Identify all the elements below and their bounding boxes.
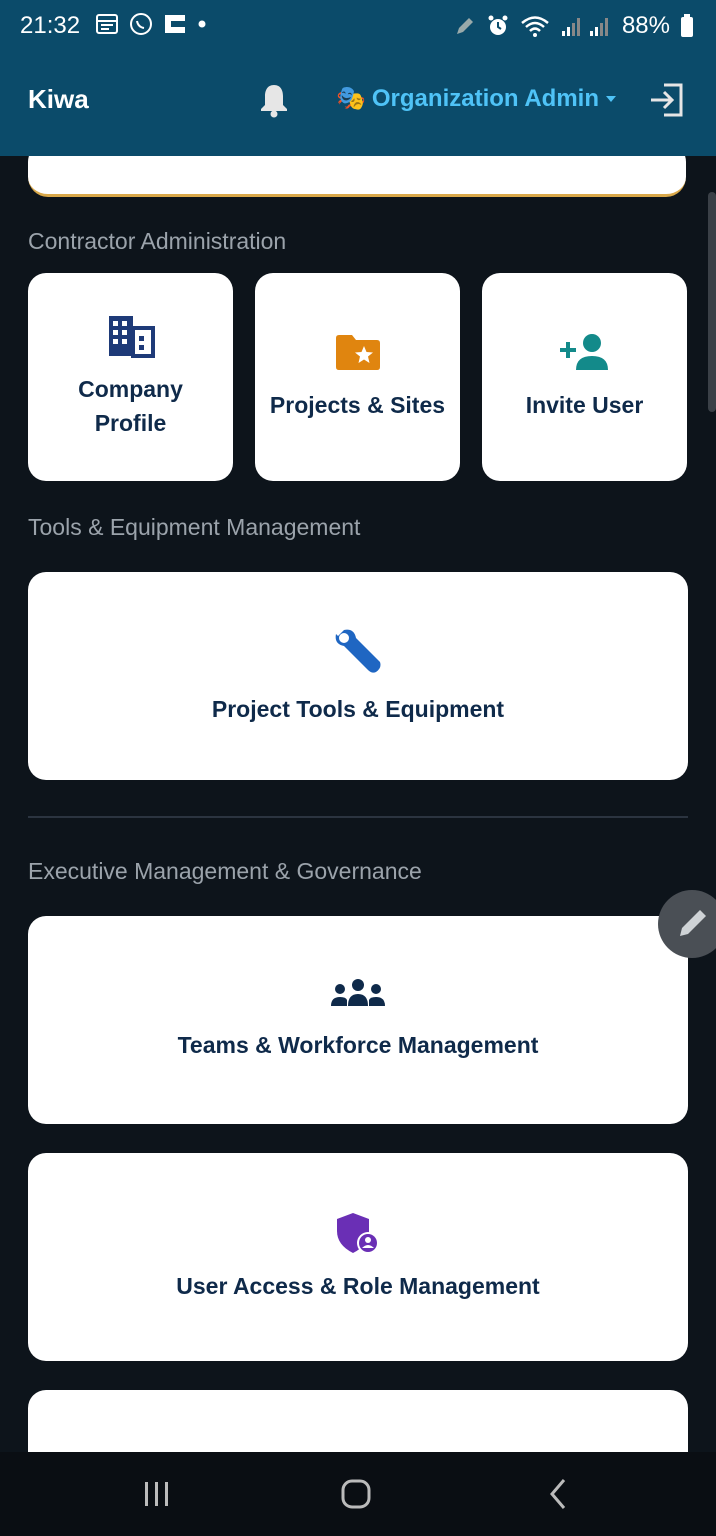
status-bar: 21:32 88%	[0, 0, 716, 56]
role-emoji-icon: 🎭	[336, 85, 366, 112]
wifi-icon	[521, 16, 549, 37]
app-title: Kiwa	[28, 84, 89, 114]
home-button[interactable]	[336, 1474, 376, 1519]
invite-user-tile[interactable]: Invite User	[482, 273, 687, 481]
company-profile-label-line2: Profile	[94, 410, 167, 436]
section-title-executive: Executive Management & Governance	[28, 858, 422, 884]
project-tools-label: Project Tools & Equipment	[211, 696, 505, 722]
company-profile-tile[interactable]: Company Profile	[28, 273, 233, 481]
recent-apps-button[interactable]	[140, 1474, 174, 1519]
building-icon	[108, 316, 155, 358]
previous-card[interactable]	[28, 156, 686, 197]
dot-icon	[198, 20, 206, 28]
logout-icon	[651, 83, 683, 117]
main-content[interactable]: Contractor Administration Company Profil…	[0, 156, 716, 1452]
notification-icons	[95, 12, 207, 36]
person-add-icon	[559, 334, 608, 370]
recent-apps-icon	[145, 1482, 168, 1506]
admin-shield-icon	[337, 1213, 379, 1254]
partial-next-tile[interactable]	[28, 1390, 688, 1452]
status-time: 21:32	[20, 12, 81, 39]
section-title-tools: Tools & Equipment Management	[28, 514, 361, 540]
pen-icon	[456, 18, 473, 34]
battery-icon	[681, 14, 693, 37]
battery-percentage: 88%	[621, 12, 670, 39]
logout-button[interactable]	[648, 82, 686, 123]
role-selector[interactable]: 🎭 Organization Admin	[336, 84, 617, 113]
role-label: Organization Admin	[371, 84, 599, 112]
app-notification-icon	[165, 15, 185, 33]
alarm-icon	[488, 15, 508, 35]
projects-sites-label: Projects & Sites	[269, 392, 446, 418]
section-divider	[28, 816, 688, 818]
user-access-tile[interactable]: User Access & Role Management	[28, 1153, 688, 1361]
system-icons: 88%	[454, 12, 694, 40]
whatsapp-icon	[130, 13, 152, 35]
notifications-button[interactable]	[258, 82, 290, 123]
company-profile-label-line1: Company	[78, 376, 183, 402]
pencil-icon	[680, 910, 706, 936]
teams-workforce-tile[interactable]: Teams & Workforce Management	[28, 916, 688, 1124]
invite-user-label: Invite User	[525, 392, 644, 418]
groups-icon	[331, 979, 385, 1006]
user-access-label: User Access & Role Management	[176, 1273, 540, 1299]
projects-sites-tile[interactable]: Projects & Sites	[255, 273, 460, 481]
back-button[interactable]	[540, 1474, 576, 1519]
bell-icon	[261, 85, 287, 118]
home-icon	[341, 1479, 371, 1509]
folder-star-icon	[335, 335, 380, 370]
signal-icon	[561, 18, 608, 36]
dropdown-arrow-icon	[606, 95, 616, 102]
scrollbar[interactable]	[708, 192, 716, 412]
wrench-icon	[335, 629, 381, 673]
app-bar: Kiwa 🎭 Organization Admin	[0, 56, 716, 156]
calendar-icon	[96, 14, 118, 34]
section-title-contractor: Contractor Administration	[28, 228, 287, 254]
teams-workforce-label: Teams & Workforce Management	[177, 1032, 539, 1058]
project-tools-tile[interactable]: Project Tools & Equipment	[28, 572, 688, 780]
back-icon	[550, 1479, 566, 1509]
system-navigation-bar	[0, 1452, 716, 1536]
